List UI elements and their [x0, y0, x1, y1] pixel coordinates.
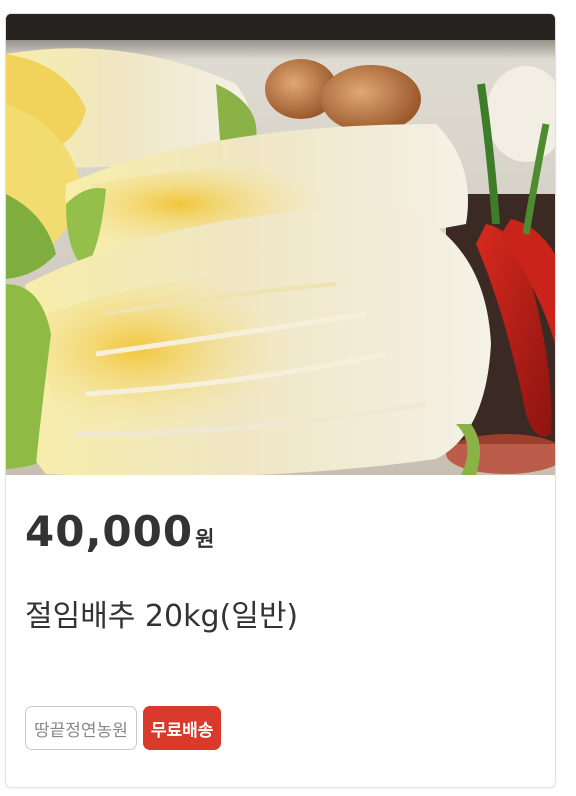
price-amount: 40,000	[25, 507, 194, 556]
free-shipping-badge: 무료배송	[142, 706, 222, 750]
price: 40,000원	[25, 507, 214, 556]
product-title[interactable]: 절임배추 20kg(일반)	[25, 591, 298, 635]
product-image[interactable]	[6, 14, 555, 475]
product-card[interactable]: 40,000원 절임배추 20kg(일반) 땅끝정연농원 무료배송	[5, 13, 556, 788]
price-unit: 원	[195, 527, 215, 551]
tag-list: 땅끝정연농원 무료배송	[25, 706, 222, 750]
seller-tag[interactable]: 땅끝정연농원	[25, 706, 137, 750]
